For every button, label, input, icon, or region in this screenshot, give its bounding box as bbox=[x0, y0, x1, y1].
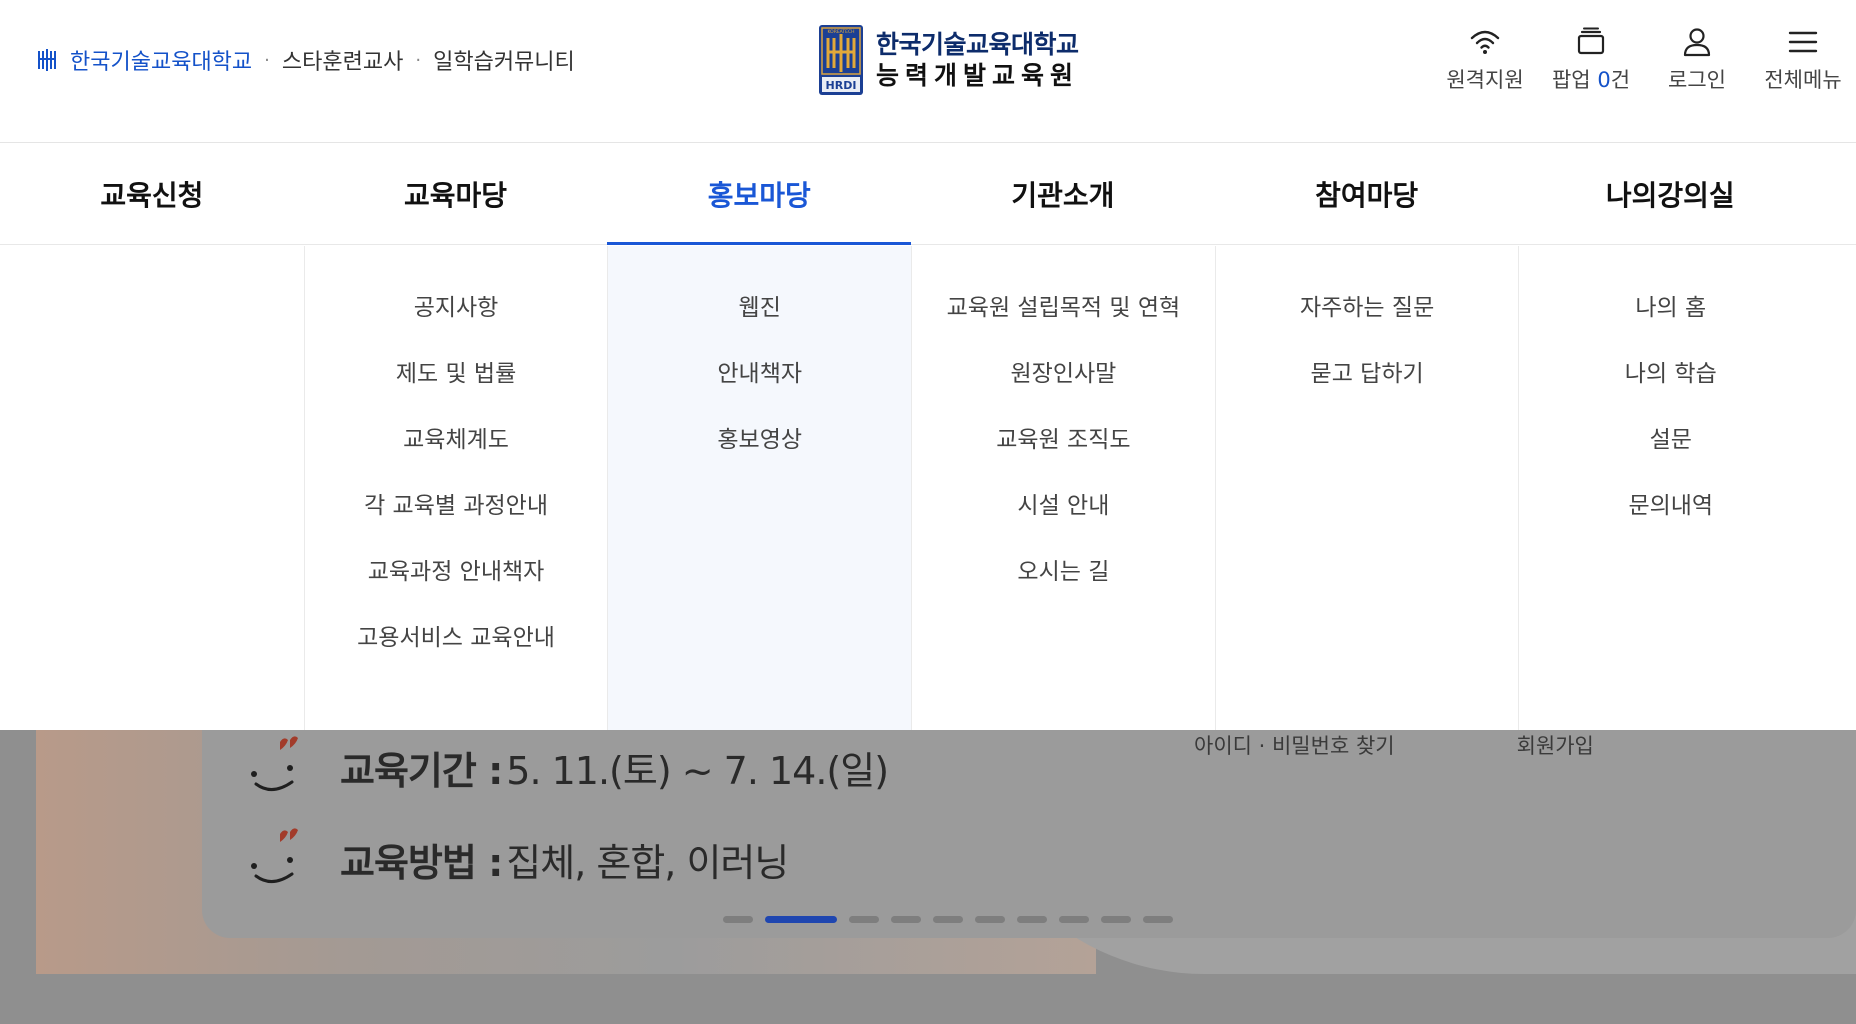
popup-icon bbox=[1577, 27, 1605, 55]
submenu-link[interactable]: 공지사항 bbox=[414, 280, 499, 346]
utility-icons: 원격지원 팝업 0건 로그인 전체메뉴 bbox=[1432, 26, 1856, 94]
koreatech-link[interactable]: 한국기술교육대학교 bbox=[70, 44, 252, 76]
submenu-link[interactable]: 원장인사말 bbox=[1011, 346, 1117, 412]
slider-pagination bbox=[723, 916, 1185, 923]
submenu-my-classroom: 나의 홈 나의 학습 설문 문의내역 bbox=[1518, 246, 1822, 730]
nav-education-apply[interactable]: 교육신청 bbox=[0, 143, 304, 244]
separator-dot: · bbox=[264, 49, 270, 71]
login-button[interactable]: 로그인 bbox=[1644, 26, 1750, 94]
logo-university-name: 한국기술교육대학교 bbox=[876, 29, 1079, 59]
star-teacher-link[interactable]: 스타훈련교사 bbox=[282, 44, 403, 76]
slider-dot[interactable] bbox=[765, 916, 837, 923]
hero-period-label: 교육기간 : bbox=[340, 748, 503, 793]
submenu-promotion-yard: 웹진 안내책자 홍보영상 bbox=[607, 246, 912, 730]
submenu-link[interactable]: 각 교육별 과정안내 bbox=[364, 478, 548, 544]
submenu-link[interactable]: 교육원 조직도 bbox=[996, 412, 1130, 478]
submenu-link[interactable]: 묻고 답하기 bbox=[1311, 346, 1424, 412]
slider-dot[interactable] bbox=[933, 916, 963, 923]
nav-institution-intro[interactable]: 기관소개 bbox=[911, 143, 1215, 244]
slider-dot[interactable] bbox=[1143, 916, 1173, 923]
submenu-link[interactable]: 제도 및 법률 bbox=[396, 346, 516, 412]
hero-period-value: 5. 11.(토) ~ 7. 14.(일) bbox=[506, 748, 889, 793]
submenu-link[interactable]: 문의내역 bbox=[1628, 478, 1713, 544]
submenu-link[interactable]: 안내책자 bbox=[717, 346, 802, 412]
hrdi-emblem-icon: HRDI KOREATECH bbox=[819, 25, 863, 95]
nav-participation-yard[interactable]: 참여마당 bbox=[1215, 143, 1519, 244]
hamburger-icon bbox=[1788, 31, 1818, 53]
wifi-icon bbox=[1470, 30, 1500, 54]
user-icon bbox=[1683, 28, 1711, 57]
submenu-link[interactable]: 시설 안내 bbox=[1017, 478, 1109, 544]
submenu-education-apply bbox=[0, 246, 304, 730]
submenu-link[interactable]: 자주하는 질문 bbox=[1300, 280, 1434, 346]
submenu-link[interactable]: 나의 학습 bbox=[1625, 346, 1717, 412]
main-nav: 교육신청 교육마당 홍보마당 기관소개 참여마당 나의강의실 bbox=[0, 143, 1856, 245]
top-header: 한국기술교육대학교 · 스타훈련교사 · 일학습커뮤니티 HRDI KOREAT… bbox=[0, 0, 1856, 143]
login-label: 로그인 bbox=[1668, 68, 1726, 92]
popup-label-suffix: 건 bbox=[1610, 68, 1631, 92]
logo-institute-name: 능력개발교육원 bbox=[876, 61, 1080, 90]
submenu-link[interactable]: 웹진 bbox=[739, 280, 781, 346]
submenu-education-yard: 공지사항 제도 및 법률 교육체계도 각 교육별 과정안내 교육과정 안내책자 … bbox=[303, 246, 608, 730]
submenu-link[interactable]: 교육원 설립목적 및 연혁 bbox=[947, 280, 1181, 346]
submenu-institution-intro: 교육원 설립목적 및 연혁 원장인사말 교육원 조직도 시설 안내 오시는 길 bbox=[911, 246, 1215, 730]
remote-support-button[interactable]: 원격지원 bbox=[1432, 26, 1538, 94]
hero-method-value: 집체, 혼합, 이러닝 bbox=[506, 840, 789, 885]
popup-count: 0 bbox=[1597, 68, 1611, 92]
hero-period-row: 교육기간 : 5. 11.(토) ~ 7. 14.(일) bbox=[240, 734, 889, 800]
submenu-link[interactable]: 교육체계도 bbox=[403, 412, 509, 478]
work-learning-community-link[interactable]: 일학습커뮤니티 bbox=[433, 44, 575, 76]
slider-dot[interactable] bbox=[1017, 916, 1047, 923]
nav-promotion-yard[interactable]: 홍보마당 bbox=[607, 143, 911, 245]
slider-dot[interactable] bbox=[975, 916, 1005, 923]
all-menu-button[interactable]: 전체메뉴 bbox=[1750, 26, 1856, 94]
hero-section-dimmed: 교육기간 : 5. 11.(토) ~ 7. 14.(일) 교육방법 : 집체, … bbox=[0, 730, 1856, 1024]
family-site-links: 한국기술교육대학교 · 스타훈련교사 · 일학습커뮤니티 bbox=[36, 44, 575, 76]
submenu-participation-yard: 자주하는 질문 묻고 답하기 bbox=[1214, 246, 1519, 730]
koreatech-icon bbox=[38, 49, 56, 71]
separator-dot: · bbox=[415, 49, 422, 71]
submenu-link[interactable]: 나의 홈 bbox=[1635, 280, 1706, 346]
nav-education-yard[interactable]: 교육마당 bbox=[304, 143, 608, 244]
emblem-text: HRDI bbox=[826, 79, 857, 92]
join-member-link[interactable]: 회원가입 bbox=[1517, 730, 1594, 760]
submenu-link[interactable]: 홍보영상 bbox=[717, 412, 802, 478]
remote-support-label: 원격지원 bbox=[1446, 68, 1524, 92]
mega-menu-dropdown: 공지사항 제도 및 법률 교육체계도 각 교육별 과정안내 교육과정 안내책자 … bbox=[0, 246, 1856, 730]
site-logo[interactable]: HRDI KOREATECH 한국기술교육대학교 능력개발교육원 bbox=[818, 24, 1079, 96]
login-help-links: 아이디 · 비밀번호 찾기 회원가입 bbox=[1194, 730, 1594, 760]
find-id-password-link[interactable]: 아이디 · 비밀번호 찾기 bbox=[1194, 730, 1395, 760]
popup-button[interactable]: 팝업 0건 bbox=[1538, 26, 1644, 94]
hero-method-label: 교육방법 : bbox=[340, 840, 503, 885]
slider-dot[interactable] bbox=[1101, 916, 1131, 923]
smile-icon bbox=[251, 828, 298, 883]
submenu-link[interactable]: 오시는 길 bbox=[1017, 544, 1109, 610]
smile-icon bbox=[251, 736, 298, 791]
slider-dot[interactable] bbox=[891, 916, 921, 923]
hero-method-row: 교육방법 : 집체, 혼합, 이러닝 bbox=[240, 826, 789, 892]
submenu-link[interactable]: 교육과정 안내책자 bbox=[368, 544, 545, 610]
emblem-top-text: KOREATECH bbox=[827, 29, 854, 35]
slider-dot[interactable] bbox=[1059, 916, 1089, 923]
slider-dot[interactable] bbox=[723, 916, 753, 923]
slider-dot[interactable] bbox=[849, 916, 879, 923]
logo-text: 한국기술교육대학교 능력개발교육원 bbox=[876, 29, 1079, 92]
popup-label: 팝업 0건 bbox=[1552, 64, 1630, 94]
all-menu-label: 전체메뉴 bbox=[1764, 68, 1842, 92]
popup-label-prefix: 팝업 bbox=[1551, 68, 1598, 92]
submenu-link[interactable]: 설문 bbox=[1650, 412, 1692, 478]
nav-my-classroom[interactable]: 나의강의실 bbox=[1518, 143, 1822, 244]
submenu-link[interactable]: 고용서비스 교육안내 bbox=[357, 610, 555, 676]
